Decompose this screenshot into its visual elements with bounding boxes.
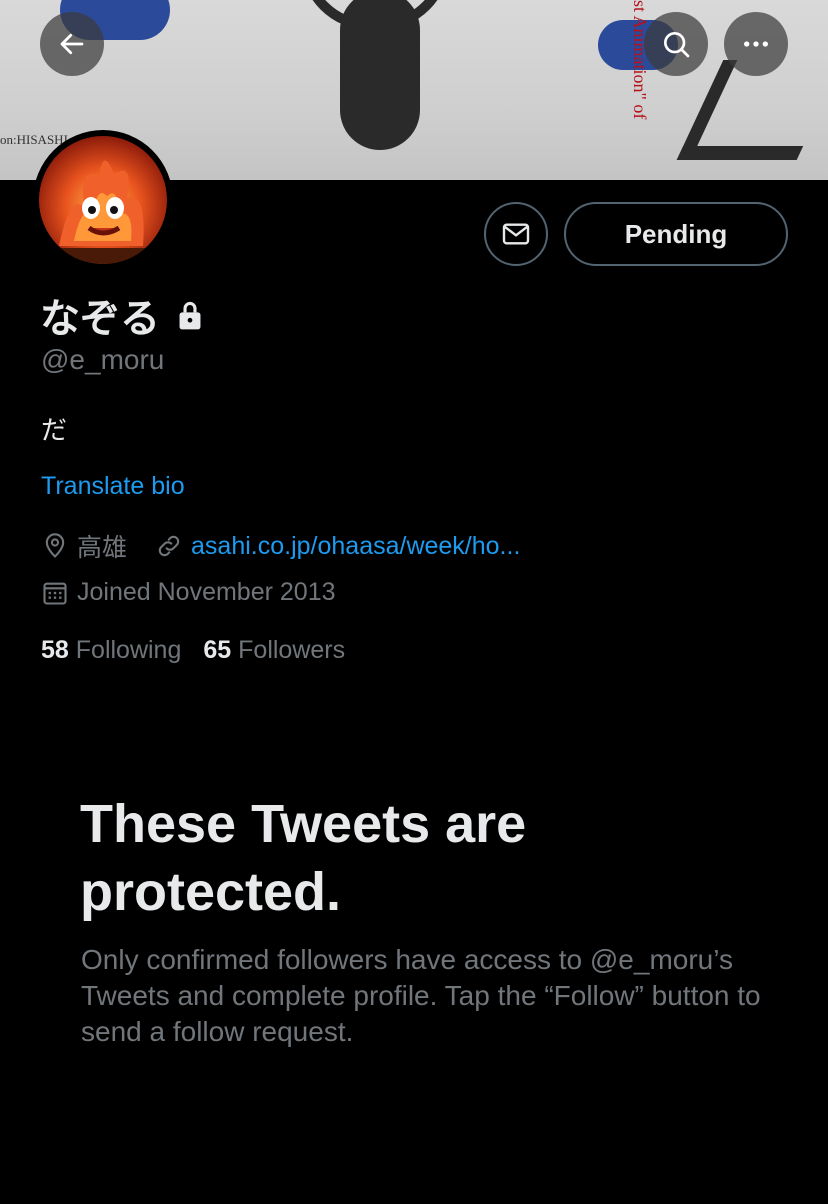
envelope-icon xyxy=(502,223,530,245)
protected-title: These Tweets are protected. xyxy=(80,794,527,922)
website-link[interactable]: asahi.co.jp/ohaasa/week/ho... xyxy=(191,532,520,561)
avatar-illustration xyxy=(39,160,167,264)
avatar-image xyxy=(39,136,167,264)
bio-text: だ xyxy=(41,415,68,445)
message-button[interactable] xyxy=(484,202,548,266)
banner-side-text: st Animation" of xyxy=(630,0,650,120)
following-label: Following xyxy=(75,636,182,664)
user-handle: @e_moru xyxy=(41,344,165,375)
lock-icon xyxy=(179,301,201,330)
search-button[interactable] xyxy=(644,12,708,76)
location-pin-icon xyxy=(45,533,65,558)
search-icon xyxy=(664,32,690,58)
following-count: 58 xyxy=(41,636,69,664)
display-name: なぞる xyxy=(40,286,206,344)
follow-stats: 58 Following 65 Followers xyxy=(41,636,345,665)
link-icon xyxy=(158,535,180,557)
protected-description: Only confirmed followers have access to … xyxy=(81,944,761,1047)
avatar[interactable] xyxy=(33,130,173,270)
location-text: 高雄 xyxy=(77,534,128,562)
profile-meta-row: Joined November 2013 xyxy=(41,578,336,607)
calendar-icon xyxy=(43,582,67,605)
followers-link[interactable]: 65 Followers xyxy=(203,636,345,665)
followers-count: 65 xyxy=(203,636,232,664)
profile-meta-row: 高雄 asahi.co.jp/ohaasa/week/ho... xyxy=(41,528,520,564)
banner-art-shape xyxy=(340,0,420,150)
joined-date-text: Joined November 2013 xyxy=(77,578,336,606)
display-name-text: なぞる xyxy=(40,297,160,341)
more-horizontal-icon xyxy=(744,41,768,47)
translate-bio-link[interactable]: Translate bio xyxy=(41,472,185,501)
followers-label: Followers xyxy=(238,636,346,664)
following-link[interactable]: 58 Following xyxy=(41,636,181,665)
back-button[interactable] xyxy=(40,12,104,76)
pending-button[interactable]: Pending xyxy=(564,202,788,266)
arrow-left-icon xyxy=(60,33,84,55)
more-button[interactable] xyxy=(724,12,788,76)
